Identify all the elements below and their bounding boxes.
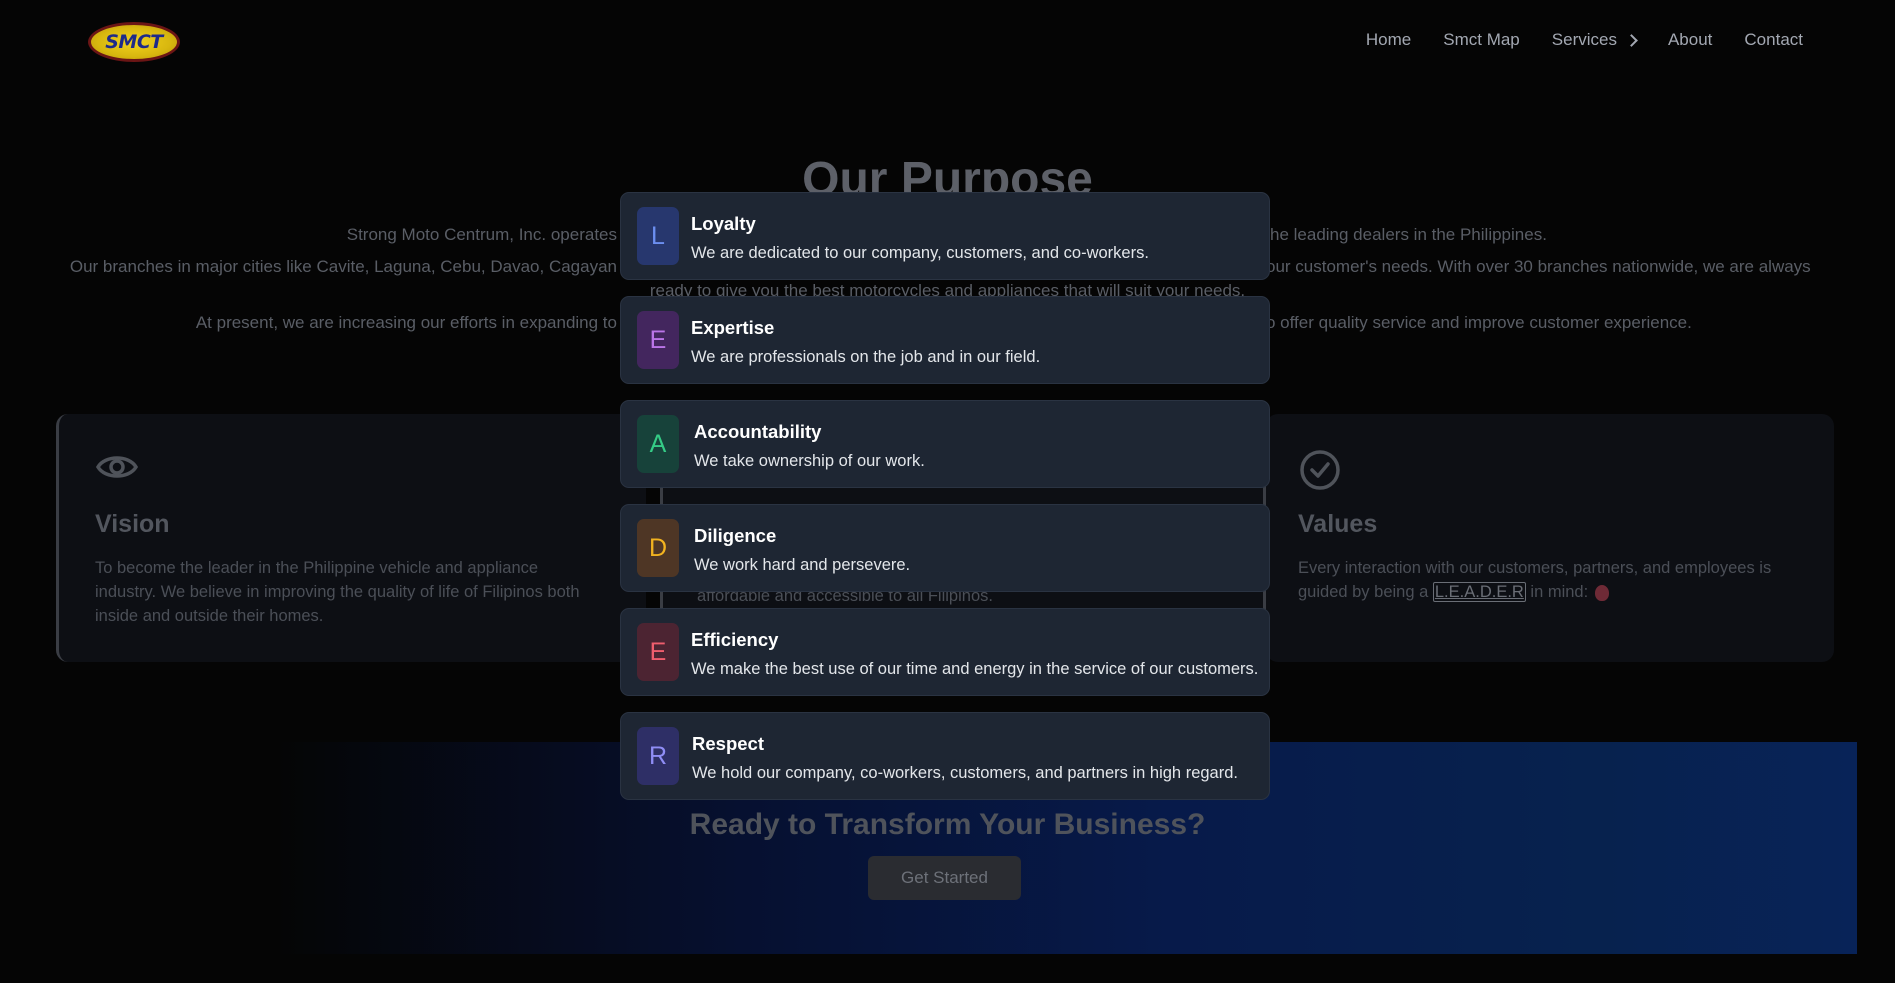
vision-text: To become the leader in the Philippine v… — [95, 559, 580, 625]
main-nav: Home Smct Map Services About Contact — [1366, 30, 1803, 50]
leader-item-desc: We are professionals on the job and in o… — [691, 348, 1041, 366]
values-text-after: in mind: — [1530, 583, 1589, 601]
leader-item-desc: We hold our company, co-workers, custome… — [692, 764, 1238, 782]
leader-letter-badge: A — [637, 415, 679, 473]
nav-smct-map[interactable]: Smct Map — [1443, 30, 1520, 50]
smct-logo[interactable]: SMCT — [88, 22, 180, 62]
leader-item-title: Respect — [692, 733, 764, 754]
leader-item-title: Expertise — [691, 317, 775, 338]
brain-icon — [1594, 584, 1609, 601]
values-card: Values Every interaction with our custom… — [1266, 414, 1834, 662]
nav-contact-label: Contact — [1744, 30, 1803, 49]
leader-item-efficiency: E Efficiency We make the best use of our… — [620, 608, 1270, 696]
leader-item-title: Diligence — [694, 525, 777, 546]
purpose-line-4-right: o offer quality service and improve cust… — [1266, 313, 1692, 332]
leader-letter: R — [648, 741, 668, 770]
nav-home[interactable]: Home — [1366, 30, 1411, 50]
leader-item-diligence: D Diligence We work hard and persevere. — [620, 504, 1270, 592]
values-title: Values — [1298, 510, 1378, 538]
leader-letter-badge: D — [637, 519, 679, 577]
purpose-line-4-left: At present, we are increasing our effort… — [195, 313, 617, 332]
leader-letter: L — [651, 221, 665, 250]
leader-letter-badge: R — [637, 727, 679, 785]
leader-link[interactable]: L.E.A.D.E.R — [1432, 582, 1526, 602]
leader-letter-badge: E — [637, 311, 679, 369]
get-started-button[interactable]: Get Started — [868, 856, 1021, 900]
leader-letter: E — [649, 637, 667, 666]
purpose-line-1-right: he leading dealers in the Philippines. — [1270, 225, 1547, 244]
purpose-line-2-right: our customer's needs. With over 30 branc… — [1266, 257, 1811, 276]
leader-item-loyalty: L Loyalty We are dedicated to our compan… — [620, 192, 1270, 280]
vision-title: Vision — [95, 510, 170, 538]
site-header: SMCT Home Smct Map Services About Contac… — [0, 0, 1895, 90]
leader-item-desc: We are dedicated to our company, custome… — [691, 244, 1149, 262]
nav-services-label: Services — [1551, 30, 1617, 49]
leader-item-expertise: E Expertise We are professionals on the … — [620, 296, 1270, 384]
leader-item-title: Accountability — [694, 421, 822, 442]
check-circle-icon — [1300, 450, 1340, 490]
values-text: Every interaction with our customers, pa… — [1298, 556, 1798, 604]
nav-home-label: Home — [1365, 30, 1412, 49]
leader-item-accountability: A Accountability We take ownership of ou… — [620, 400, 1270, 488]
leader-letter-badge: E — [637, 623, 679, 681]
leader-item-title: Loyalty — [691, 213, 756, 234]
leader-item-desc: We work hard and persevere. — [694, 556, 911, 574]
nav-about[interactable]: About — [1668, 30, 1712, 50]
purpose-line-1-left: Strong Moto Centrum, Inc. operates — [346, 225, 617, 244]
cta-title: Ready to Transform Your Business? — [689, 808, 1206, 841]
leader-letter: E — [649, 325, 667, 354]
nav-contact[interactable]: Contact — [1744, 30, 1803, 50]
purpose-line-2-left: Our branches in major cities like Cavite… — [69, 257, 617, 276]
leader-letter: D — [648, 533, 668, 562]
nav-smct-map-label: Smct Map — [1443, 30, 1520, 49]
leader-item-desc: We take ownership of our work. — [694, 452, 925, 470]
leader-letter: A — [649, 429, 667, 458]
chevron-right-icon — [1625, 33, 1638, 47]
nav-services[interactable]: Services — [1551, 30, 1638, 50]
logo-text: SMCT — [105, 31, 163, 53]
leader-letter-badge: L — [637, 207, 679, 265]
nav-about-label: About — [1667, 30, 1713, 49]
leader-item-title: Efficiency — [691, 629, 779, 650]
leader-item-desc: We make the best use of our time and ene… — [691, 660, 1259, 678]
leader-item-respect: R Respect We hold our company, co-worker… — [620, 712, 1270, 800]
vision-card: Vision To become the leader in the Phili… — [56, 414, 646, 662]
eye-icon — [95, 456, 139, 478]
